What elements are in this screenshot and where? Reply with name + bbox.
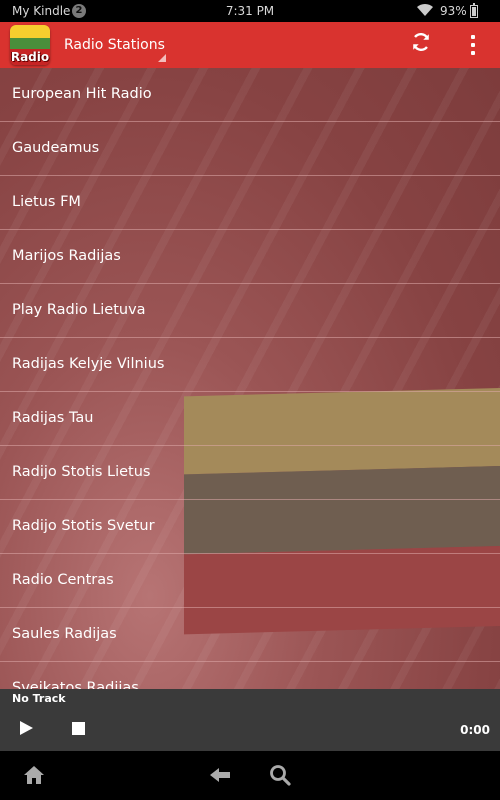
search-icon — [270, 765, 291, 786]
station-name: Radijas Kelyje Vilnius — [12, 356, 165, 372]
station-name: Marijos Radijas — [12, 248, 121, 264]
track-label: No Track — [12, 692, 66, 705]
back-arrow-icon — [210, 768, 230, 782]
home-icon — [24, 766, 44, 784]
station-name: Lietus FM — [12, 194, 81, 210]
stop-button[interactable] — [72, 722, 85, 735]
overflow-menu-button[interactable] — [462, 31, 484, 59]
action-bar: Radio Radio Stations — [0, 22, 500, 68]
search-button[interactable] — [268, 763, 294, 789]
station-list-item[interactable]: Saules Radijas — [0, 608, 500, 662]
menu-dot-icon — [471, 51, 475, 55]
station-name: Saules Radijas — [12, 626, 117, 642]
station-name: European Hit Radio — [12, 86, 152, 102]
navigation-bar — [0, 751, 500, 800]
station-name: Play Radio Lietuva — [12, 302, 146, 318]
station-list-dropdown[interactable]: Radio Stations — [64, 37, 165, 53]
status-bar: My Kindle 2 7:31 PM 93% — [0, 0, 500, 22]
station-list-item[interactable]: Marijos Radijas — [0, 230, 500, 284]
station-list-area: European Hit Radio Gaudeamus Lietus FM Mari… — [0, 68, 500, 689]
app-logo-icon[interactable]: Radio — [10, 25, 50, 65]
station-list-item[interactable]: Gaudeamus — [0, 122, 500, 176]
back-button[interactable] — [208, 763, 234, 789]
station-name: Gaudeamus — [12, 140, 100, 156]
elapsed-time: 0:00 — [460, 723, 490, 737]
station-name: Radijo Stotis Lietus — [12, 464, 151, 480]
app-icon-label: Radio — [10, 50, 50, 64]
station-list-item[interactable]: Sveikatos Radijas — [0, 662, 500, 689]
station-list-item[interactable]: Radio Centras — [0, 554, 500, 608]
play-button[interactable] — [20, 721, 33, 735]
station-list-item[interactable]: Lietus FM — [0, 176, 500, 230]
station-name: Sveikatos Radijas — [12, 680, 139, 689]
battery-percent: 93% — [440, 4, 467, 18]
station-list-item[interactable]: Radijas Kelyje Vilnius — [0, 338, 500, 392]
wifi-icon — [416, 3, 434, 20]
station-list: European Hit Radio Gaudeamus Lietus FM Mari… — [0, 68, 500, 689]
station-name: Radijo Stotis Svetur — [12, 518, 155, 534]
dropdown-indicator-icon — [158, 54, 166, 62]
menu-dot-icon — [471, 43, 475, 47]
home-button[interactable] — [22, 763, 48, 789]
station-list-item[interactable]: Radijo Stotis Svetur — [0, 500, 500, 554]
station-list-item[interactable]: European Hit Radio — [0, 68, 500, 122]
refresh-icon — [413, 32, 429, 52]
station-name: Radio Centras — [12, 572, 114, 588]
battery-icon — [470, 3, 478, 18]
station-list-item[interactable]: Play Radio Lietuva — [0, 284, 500, 338]
menu-dot-icon — [471, 35, 475, 39]
player-bar: No Track 0:00 — [0, 689, 500, 751]
station-list-item[interactable]: Radijo Stotis Lietus — [0, 446, 500, 500]
refresh-button[interactable] — [406, 31, 436, 59]
station-name: Radijas Tau — [12, 410, 94, 426]
station-list-item[interactable]: Radijas Tau — [0, 392, 500, 446]
